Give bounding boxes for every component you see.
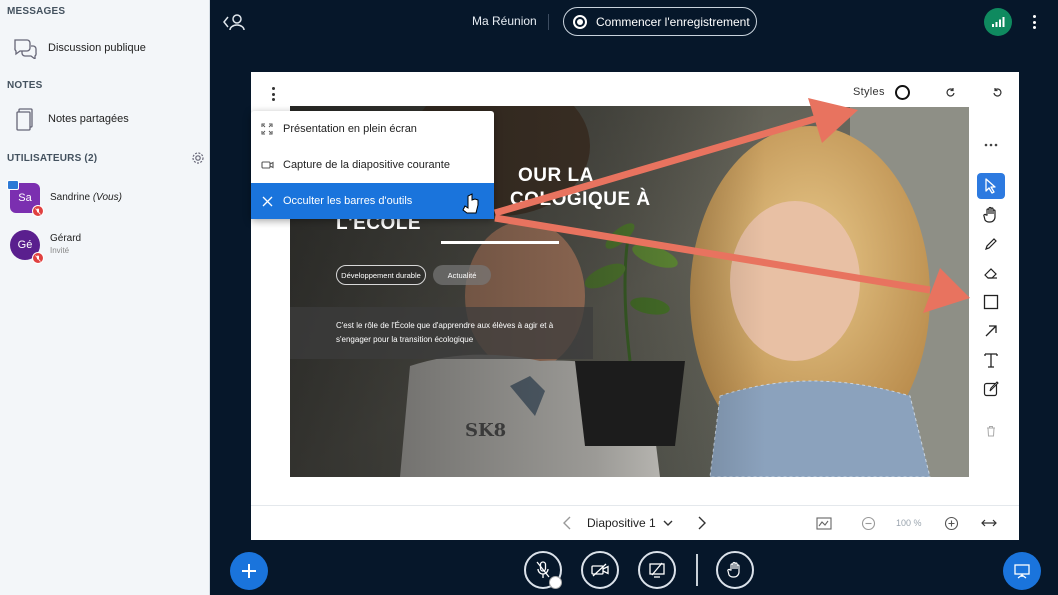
avatar-initials: Sa bbox=[18, 192, 32, 204]
sidebar-item-public-chat[interactable]: Discussion publique bbox=[8, 32, 203, 64]
sticky-note-icon[interactable] bbox=[977, 376, 1005, 402]
zoom-in-icon[interactable] bbox=[941, 513, 961, 533]
start-recording-button[interactable]: Commencer l'enregistrement bbox=[563, 7, 757, 36]
toggle-presentation-button[interactable] bbox=[1003, 552, 1041, 590]
zoom-out-icon[interactable] bbox=[858, 513, 878, 533]
camera-toggle-button[interactable] bbox=[581, 551, 619, 589]
avatar: Gé bbox=[10, 230, 44, 264]
toggle-userlist-icon[interactable] bbox=[222, 11, 246, 33]
divider bbox=[548, 14, 549, 30]
trash-icon[interactable] bbox=[977, 418, 1005, 444]
menu-label: Occulter les barres d'outils bbox=[283, 195, 413, 207]
style-picker-button[interactable] bbox=[894, 84, 910, 100]
slide-body-line1: C'est le rôle de l'École que d'apprendre… bbox=[336, 321, 554, 330]
messages-section-title: MESSAGES bbox=[7, 6, 66, 17]
user-name: Sandrine (Vous) bbox=[50, 192, 122, 203]
slide-body-line2: s'engager pour la transition écologique bbox=[336, 335, 474, 344]
user-item-gerard[interactable]: Gé Gérard Invité bbox=[10, 228, 205, 264]
toggle-whiteboard-icon[interactable] bbox=[814, 513, 834, 533]
styles-toolbar: Styles bbox=[841, 77, 1017, 107]
muted-microphone-icon bbox=[536, 561, 550, 578]
styles-label: Styles bbox=[853, 86, 885, 98]
presentation-options-icon[interactable] bbox=[265, 84, 281, 104]
chat-bubbles-icon bbox=[8, 34, 42, 62]
presentation-area: OUR LA COLOGIQUE À L'ÉCOLE Développement… bbox=[251, 72, 1019, 540]
camera-off-icon bbox=[591, 563, 609, 577]
zoom-value: 100 % bbox=[896, 518, 922, 528]
avatar: Sa bbox=[7, 180, 44, 217]
slide-title-line2: COLOGIQUE À bbox=[510, 189, 651, 210]
presentation-footer: Diapositive 1 100 % bbox=[251, 505, 1019, 540]
record-label: Commencer l'enregistrement bbox=[596, 14, 750, 29]
menu-item-snapshot[interactable]: Capture de la diapositive courante bbox=[251, 147, 494, 183]
signal-bars-icon bbox=[992, 17, 1005, 27]
undo-icon[interactable] bbox=[987, 83, 1007, 103]
menu-label: Capture de la diapositive courante bbox=[283, 159, 450, 171]
divider bbox=[696, 554, 698, 586]
hand-pan-icon[interactable] bbox=[977, 202, 1005, 228]
notes-section-title: NOTES bbox=[7, 80, 43, 91]
sidebar-item-shared-notes[interactable]: Notes partagées bbox=[8, 103, 203, 135]
close-icon bbox=[251, 196, 283, 207]
screenshare-off-icon bbox=[649, 562, 665, 578]
actions-plus-button[interactable] bbox=[230, 552, 268, 590]
bottom-bar bbox=[210, 545, 1058, 595]
options-menu-icon[interactable] bbox=[1027, 10, 1041, 34]
eraser-icon[interactable] bbox=[977, 260, 1005, 286]
user-role: Invité bbox=[50, 246, 70, 255]
slide-title-line1: OUR LA bbox=[518, 165, 594, 186]
user-name: Gérard Invité bbox=[50, 233, 82, 255]
user-item-sandrine[interactable]: Sa Sandrine (Vous) bbox=[7, 180, 205, 217]
select-pointer-icon[interactable] bbox=[977, 173, 1005, 199]
meeting-title: Ma Réunion bbox=[472, 14, 537, 28]
raise-hand-button[interactable] bbox=[716, 551, 754, 589]
whiteboard-tools bbox=[975, 132, 1007, 447]
arrow-tool-icon[interactable] bbox=[977, 318, 1005, 344]
next-slide-icon[interactable] bbox=[694, 514, 710, 532]
previous-slide-icon[interactable] bbox=[559, 514, 575, 532]
slide-label: Diapositive 1 bbox=[587, 516, 656, 530]
fullscreen-icon bbox=[251, 123, 283, 135]
shared-notes-label: Notes partagées bbox=[48, 113, 129, 125]
audio-settings-icon[interactable] bbox=[549, 576, 562, 589]
slide-text-box: C'est le rôle de l'École que d'apprendre… bbox=[290, 307, 593, 359]
users-section-title: UTILISATEURS (2) bbox=[7, 153, 98, 164]
menu-item-fullscreen[interactable]: Présentation en plein écran bbox=[251, 111, 494, 147]
sidebar: MESSAGES Discussion publique NOTES Notes… bbox=[0, 0, 210, 595]
connection-status-button[interactable] bbox=[984, 8, 1012, 36]
screenshare-toggle-button[interactable] bbox=[638, 551, 676, 589]
slide-selector[interactable]: Diapositive 1 bbox=[587, 514, 673, 532]
top-bar: Ma Réunion Commencer l'enregistrement bbox=[210, 0, 1058, 44]
public-chat-label: Discussion publique bbox=[48, 42, 146, 54]
gear-icon[interactable] bbox=[190, 150, 206, 166]
presentation-options-menu: Présentation en plein écran Capture de l… bbox=[251, 111, 494, 219]
record-icon bbox=[573, 14, 587, 29]
pencil-icon[interactable] bbox=[977, 231, 1005, 257]
chevron-down-icon bbox=[663, 520, 673, 526]
notes-document-icon bbox=[8, 105, 42, 133]
menu-label: Présentation en plein écran bbox=[283, 123, 417, 135]
plus-icon bbox=[242, 564, 256, 578]
fit-width-icon[interactable] bbox=[979, 513, 999, 533]
presentation-icon bbox=[1014, 564, 1030, 579]
tag-news: Actualité bbox=[433, 265, 491, 285]
muted-mic-icon bbox=[32, 252, 44, 264]
tag-sustainable-development: Développement durable bbox=[336, 265, 426, 285]
camera-icon bbox=[251, 160, 283, 170]
more-tools-icon[interactable] bbox=[977, 132, 1005, 158]
shirt-text: SK8 bbox=[465, 420, 507, 441]
hand-icon bbox=[727, 561, 740, 578]
presenter-icon bbox=[7, 180, 19, 190]
muted-mic-icon bbox=[32, 205, 44, 217]
microphone-toggle-button[interactable] bbox=[524, 551, 562, 589]
rectangle-icon[interactable] bbox=[977, 289, 1005, 315]
avatar-initials: Gé bbox=[17, 239, 33, 251]
text-tool-icon[interactable] bbox=[977, 347, 1005, 373]
menu-item-hide-toolbars[interactable]: Occulter les barres d'outils bbox=[251, 183, 494, 219]
redo-icon[interactable] bbox=[941, 83, 961, 103]
